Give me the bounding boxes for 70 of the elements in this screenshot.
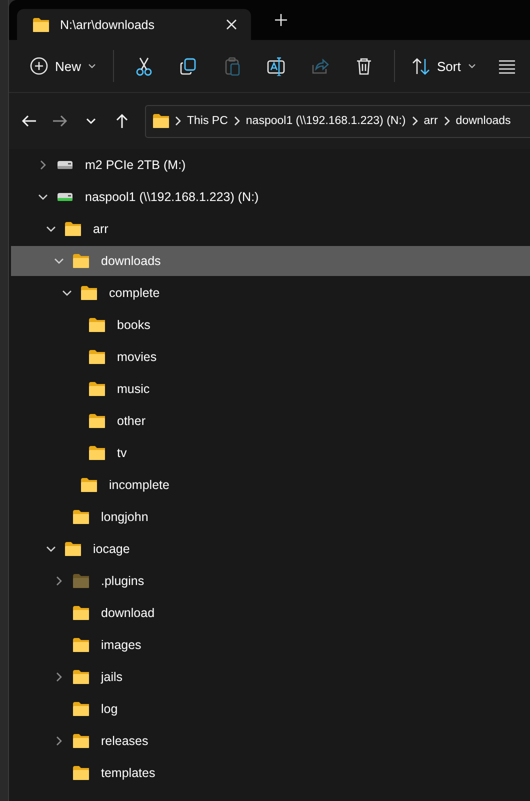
folder-icon	[89, 318, 105, 332]
new-button[interactable]: New	[23, 48, 104, 84]
tree-item[interactable]: templates	[11, 758, 530, 788]
tree-item[interactable]: tv	[11, 438, 530, 468]
tab[interactable]: N:\arr\downloads	[17, 9, 251, 40]
address-bar[interactable]: This PC naspool1 (\\192.168.1.223) (N:) arr downloads	[145, 104, 530, 138]
copy-icon	[179, 56, 198, 76]
folder-icon	[73, 510, 89, 524]
tree-item[interactable]: longjohn	[11, 502, 530, 532]
scissors-icon	[135, 56, 154, 76]
tree-item[interactable]: images	[11, 630, 530, 660]
share-arrow-icon	[311, 56, 330, 76]
trash-icon	[355, 56, 374, 76]
folder-icon	[89, 414, 105, 428]
folder-icon	[65, 222, 81, 236]
tree-item[interactable]: log	[11, 694, 530, 724]
folder-icon	[81, 478, 97, 492]
tab-title: N:\arr\downloads	[60, 18, 156, 32]
tree-item[interactable]: .plugins	[11, 566, 530, 596]
plus-circle-icon	[30, 56, 48, 76]
folder-icon	[73, 766, 89, 780]
tree-item[interactable]: incomplete	[11, 470, 530, 500]
caret-icon	[468, 62, 476, 70]
breadcrumb[interactable]: naspool1 (\\192.168.1.223) (N:)	[246, 115, 406, 127]
folder-icon	[33, 18, 49, 32]
folder-icon	[81, 286, 97, 300]
folder-icon	[89, 350, 105, 364]
folder-icon	[65, 542, 81, 556]
folder-icon	[73, 254, 89, 268]
chevron-right-icon	[174, 116, 182, 126]
tree-item[interactable]: complete	[11, 278, 530, 308]
folder-icon	[153, 114, 169, 128]
chevron-right-icon	[442, 116, 451, 126]
folder-icon	[89, 446, 105, 460]
folder-icon	[73, 734, 89, 748]
sort-button[interactable]: Sort	[405, 48, 483, 84]
tree-item[interactable]: books	[11, 310, 530, 340]
folder-icon	[73, 574, 89, 588]
tree-item[interactable]: arr	[11, 214, 530, 244]
drive-icon	[57, 159, 73, 171]
breadcrumb[interactable]: This PC	[187, 115, 228, 127]
sort-arrows-icon	[412, 56, 430, 76]
folder-icon	[89, 382, 105, 396]
folder-icon	[73, 702, 89, 716]
chevron-right-icon	[232, 116, 241, 126]
clipboard-icon	[223, 56, 242, 76]
tree-item[interactable]: downloads	[11, 246, 530, 276]
drive-icon	[57, 191, 73, 203]
tree-item[interactable]: movies	[11, 342, 530, 372]
right-arrow-icon	[52, 113, 68, 129]
tree-item[interactable]: download	[11, 598, 530, 628]
tree-item[interactable]: naspool1 (\\192.168.1.223) (N:)	[11, 182, 530, 212]
tree-item[interactable]: jails	[11, 662, 530, 692]
folder-icon	[73, 638, 89, 652]
folder-icon	[73, 670, 89, 684]
tree-item[interactable]: releases	[11, 726, 530, 756]
breadcrumb[interactable]: arr	[424, 115, 438, 127]
close-icon	[226, 19, 237, 30]
tree-item[interactable]: music	[11, 374, 530, 404]
tree-item[interactable]: iocage	[11, 534, 530, 564]
chevron-right-icon	[410, 116, 419, 126]
plus-icon	[275, 14, 287, 26]
rename-icon	[267, 56, 286, 76]
tree-item[interactable]: m2 PCIe 2TB (M:)	[11, 150, 530, 180]
caret-icon	[88, 62, 96, 70]
up-arrow-icon	[114, 113, 130, 129]
left-arrow-icon	[20, 113, 36, 129]
breadcrumb[interactable]: downloads	[456, 115, 511, 127]
tree-item[interactable]: other	[11, 406, 530, 436]
folder-icon	[73, 606, 89, 620]
